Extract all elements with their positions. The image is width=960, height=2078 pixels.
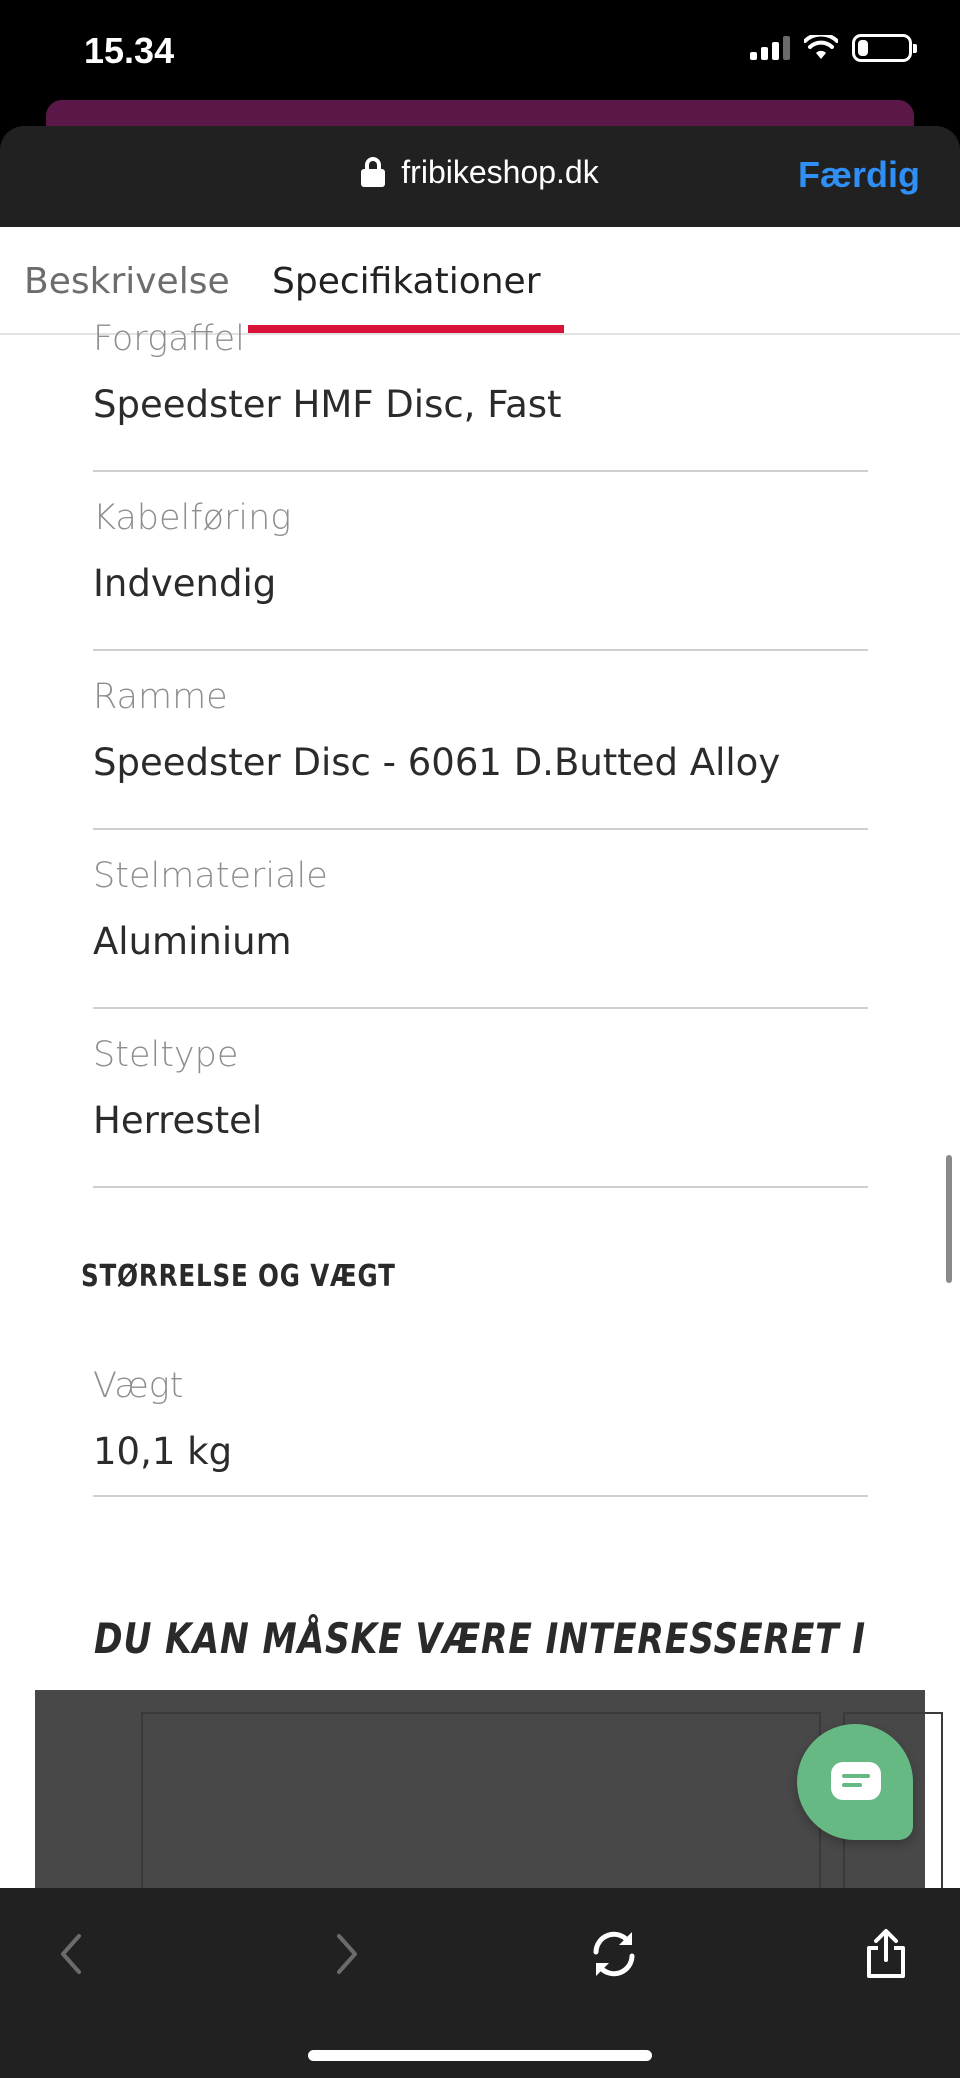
spec-value: Indvendig <box>93 562 277 605</box>
spec-value: Aluminium <box>93 920 292 963</box>
wifi-icon <box>804 35 838 59</box>
product-image-placeholder <box>141 1712 821 1888</box>
browser-toolbar <box>0 1888 960 2078</box>
home-indicator[interactable] <box>308 2050 652 2061</box>
spec-label: Steltype <box>93 1035 239 1075</box>
spec-row: Stelmateriale Aluminium <box>93 830 868 1009</box>
recommended-product-card[interactable] <box>35 1690 943 1888</box>
spec-row: Kabelføring Indvendig <box>93 472 868 651</box>
share-icon <box>867 1929 905 1978</box>
forward-button[interactable] <box>306 1914 386 1994</box>
back-button[interactable] <box>32 1914 112 1994</box>
browser-address-bar: fribikeshop.dk Færdig <box>0 126 960 227</box>
tab-beskrivelse[interactable]: Beskrivelse <box>24 261 230 302</box>
chat-button[interactable] <box>797 1724 913 1840</box>
spec-label: Vægt <box>93 1366 184 1406</box>
chevron-right-icon <box>337 1934 357 1974</box>
spec-row: Ramme Speedster Disc - 6061 D.Butted All… <box>93 651 868 830</box>
web-content: Beskrivelse Specifikationer Forgaffel Sp… <box>0 227 960 1888</box>
section-heading-size-weight: STØRRELSE OG VÆGT <box>81 1259 396 1294</box>
active-tab-indicator <box>248 325 564 333</box>
spec-value: Speedster HMF Disc, Fast <box>93 383 562 426</box>
cellular-signal-icon <box>750 36 790 60</box>
status-time: 15.34 <box>84 30 175 71</box>
status-icons <box>750 34 917 62</box>
spec-list: Forgaffel Speedster HMF Disc, Fast Kabel… <box>93 319 868 1188</box>
spec-value: 10,1 kg <box>93 1430 233 1473</box>
chat-bubble-icon <box>831 1762 881 1800</box>
spec-row: Forgaffel Speedster HMF Disc, Fast <box>93 319 868 472</box>
scrollbar[interactable] <box>946 1155 952 1283</box>
chevron-left-icon <box>61 1934 81 1974</box>
spec-value: Speedster Disc - 6061 D.Butted Alloy <box>93 741 781 784</box>
recommendations-heading: DU KAN MÅSKE VÆRE INTERESSERET I <box>94 1614 866 1663</box>
done-button[interactable]: Færdig <box>798 154 920 196</box>
tab-specifikationer[interactable]: Specifikationer <box>272 261 541 302</box>
battery-icon <box>852 34 917 62</box>
spec-label: Ramme <box>93 677 228 717</box>
spec-label: Kabelføring <box>93 498 292 538</box>
reload-icon <box>593 1931 635 1977</box>
battery-level <box>858 40 868 56</box>
status-bar: 15.34 <box>0 0 960 100</box>
spec-value: Herrestel <box>93 1099 263 1142</box>
share-button[interactable] <box>846 1914 926 1994</box>
spec-label: Forgaffel <box>93 319 245 359</box>
spec-row: Steltype Herrestel <box>93 1009 868 1188</box>
spec-row: Vægt 10,1 kg <box>93 1342 868 1497</box>
reload-button[interactable] <box>574 1914 654 1994</box>
lock-icon <box>361 157 386 187</box>
spec-label: Stelmateriale <box>93 856 328 896</box>
url-text: fribikeshop.dk <box>401 154 599 190</box>
